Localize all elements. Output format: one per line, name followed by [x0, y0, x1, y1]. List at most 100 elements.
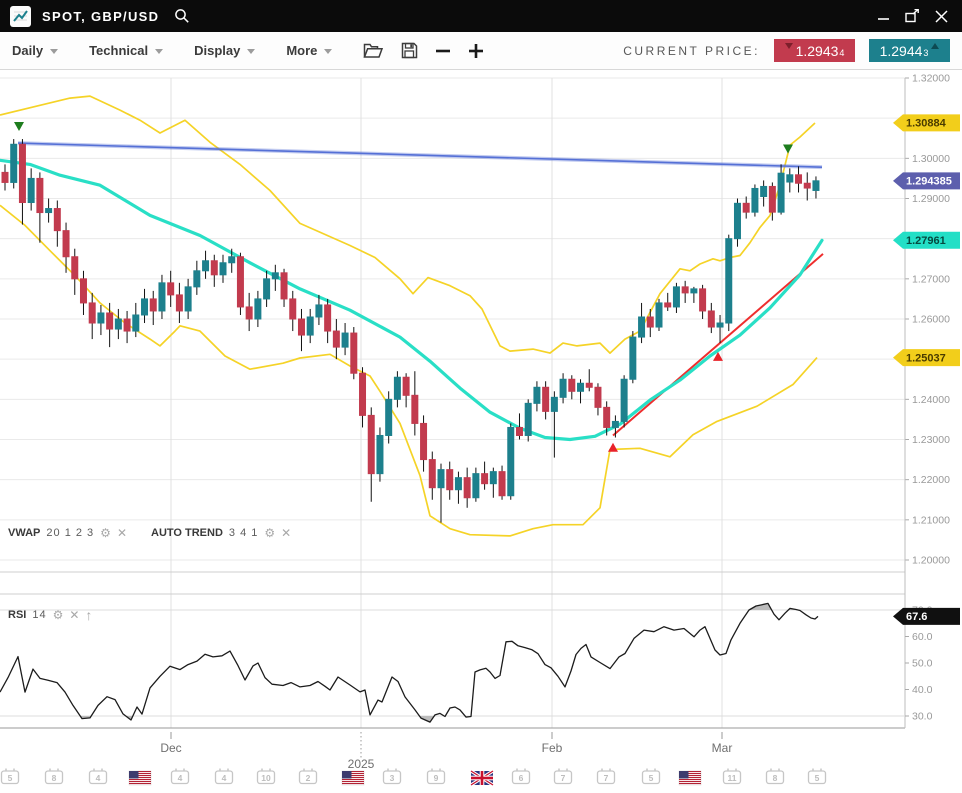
title-bar: SPOT, GBP/USD	[0, 0, 962, 32]
candle-bullish	[734, 203, 740, 238]
candle-bearish	[150, 299, 156, 311]
candle-bearish	[333, 331, 339, 347]
menu-more[interactable]: More	[286, 43, 332, 58]
trendline-resistance	[18, 143, 822, 167]
svg-text:8: 8	[52, 773, 57, 783]
candle-bearish	[368, 415, 374, 473]
candle-bullish	[508, 427, 514, 495]
candle-bearish	[176, 295, 182, 311]
calendar-event-icon[interactable]: 8	[46, 769, 63, 784]
menu-technical[interactable]: Technical	[89, 43, 163, 58]
calendar-event-icon[interactable]: 11	[724, 769, 741, 784]
zoom-out-icon[interactable]	[435, 43, 451, 59]
chevron-down-icon	[50, 49, 58, 54]
candle-bearish	[708, 311, 714, 327]
rsi-line	[0, 603, 818, 722]
open-folder-icon[interactable]	[363, 42, 384, 59]
candle-bearish	[63, 231, 69, 257]
svg-text:4: 4	[178, 773, 183, 783]
calendar-event-icon[interactable]: 5	[643, 769, 660, 784]
calendar-event-icon[interactable]: 9	[428, 769, 445, 784]
candle-bearish	[569, 379, 575, 391]
flag-icon-us[interactable]	[342, 771, 364, 785]
date-axis-label-year: 2025	[348, 757, 375, 771]
calendar-event-icon[interactable]: 5	[2, 769, 19, 784]
candle-bearish	[72, 257, 78, 279]
band-value-tag-value: 1.25037	[906, 352, 946, 364]
calendar-event-icon[interactable]: 3	[384, 769, 401, 784]
candle-bearish	[325, 305, 331, 331]
candle-bullish	[229, 257, 235, 263]
ask-price-button[interactable]: 1.2944 3	[869, 39, 950, 62]
popout-icon[interactable]	[905, 9, 920, 23]
date-axis-label: Mar	[712, 741, 733, 755]
candle-bullish	[394, 377, 400, 399]
candle-bullish	[203, 261, 209, 271]
candle-bearish	[447, 470, 453, 490]
flag-icon-us[interactable]	[679, 771, 701, 785]
candle-bearish	[682, 287, 688, 293]
candle-bearish	[298, 319, 304, 335]
calendar-event-icon[interactable]: 10	[258, 769, 275, 784]
bid-price-button[interactable]: 1.2943 4	[774, 39, 855, 62]
candle-bearish	[482, 474, 488, 484]
candle-bearish	[499, 472, 505, 496]
rsi-remove-icon[interactable]: ✕	[69, 609, 79, 621]
chart-toolbar: Daily Technical Display More CURRENT PRI…	[0, 32, 962, 70]
rsi-expand-icon[interactable]: ↑	[85, 608, 92, 622]
candle-bullish	[194, 271, 200, 287]
calendar-event-icon[interactable]: 4	[90, 769, 107, 784]
price-chart-canvas[interactable]: 1.320001.310001.300001.290001.280001.270…	[0, 70, 962, 788]
window-title: SPOT, GBP/USD	[42, 9, 159, 24]
search-icon[interactable]	[174, 8, 190, 24]
chevron-down-icon	[155, 49, 163, 54]
svg-text:7: 7	[604, 773, 609, 783]
candle-bullish	[438, 470, 444, 488]
calendar-event-icon[interactable]: 7	[555, 769, 572, 784]
candle-bearish	[237, 257, 243, 307]
candle-bearish	[412, 395, 418, 423]
autotrend-settings-icon[interactable]: ⚙	[264, 527, 275, 539]
calendar-event-icon[interactable]: 4	[172, 769, 189, 784]
candle-bullish	[11, 144, 17, 182]
candle-bullish	[473, 474, 479, 498]
vwap-settings-icon[interactable]: ⚙	[100, 527, 111, 539]
candle-bullish	[787, 175, 793, 182]
calendar-event-icon[interactable]: 8	[767, 769, 784, 784]
autotrend-remove-icon[interactable]: ✕	[281, 527, 291, 539]
close-icon[interactable]	[935, 10, 948, 23]
calendar-event-icon[interactable]: 4	[216, 769, 233, 784]
candle-bullish	[142, 299, 148, 315]
sell-signal-triangle-icon	[783, 145, 793, 154]
minimize-icon[interactable]	[878, 10, 890, 22]
candle-bullish	[656, 303, 662, 327]
candle-bearish	[796, 175, 802, 183]
calendar-event-icon[interactable]: 2	[300, 769, 317, 784]
zoom-in-icon[interactable]	[468, 43, 484, 59]
candle-bearish	[586, 383, 592, 387]
candle-bullish	[621, 379, 627, 421]
candle-bullish	[551, 397, 557, 411]
calendar-event-icon[interactable]: 5	[809, 769, 826, 784]
calendar-event-icon[interactable]: 6	[513, 769, 530, 784]
candle-bearish	[804, 183, 810, 188]
flag-icon-us[interactable]	[129, 771, 151, 785]
candle-bullish	[386, 399, 392, 435]
buy-signal-triangle-icon	[608, 443, 618, 452]
sell-signal-triangle-icon	[14, 122, 24, 131]
candle-bearish	[19, 144, 25, 202]
price-up-arrow-icon	[931, 43, 939, 49]
rsi-settings-icon[interactable]: ⚙	[53, 609, 64, 621]
candle-bearish	[80, 279, 86, 303]
menu-timeframe[interactable]: Daily	[12, 43, 58, 58]
vwap-upper-band-line	[0, 96, 815, 353]
calendar-event-icon[interactable]: 7	[598, 769, 615, 784]
candle-bullish	[560, 379, 566, 397]
vwap-remove-icon[interactable]: ✕	[117, 527, 127, 539]
menu-display[interactable]: Display	[194, 43, 255, 58]
save-icon[interactable]	[401, 42, 418, 59]
flag-icon-gb[interactable]	[471, 771, 493, 785]
candle-bullish	[490, 472, 496, 484]
candle-bearish	[351, 333, 357, 373]
vwap-lower-band-line	[0, 205, 817, 536]
